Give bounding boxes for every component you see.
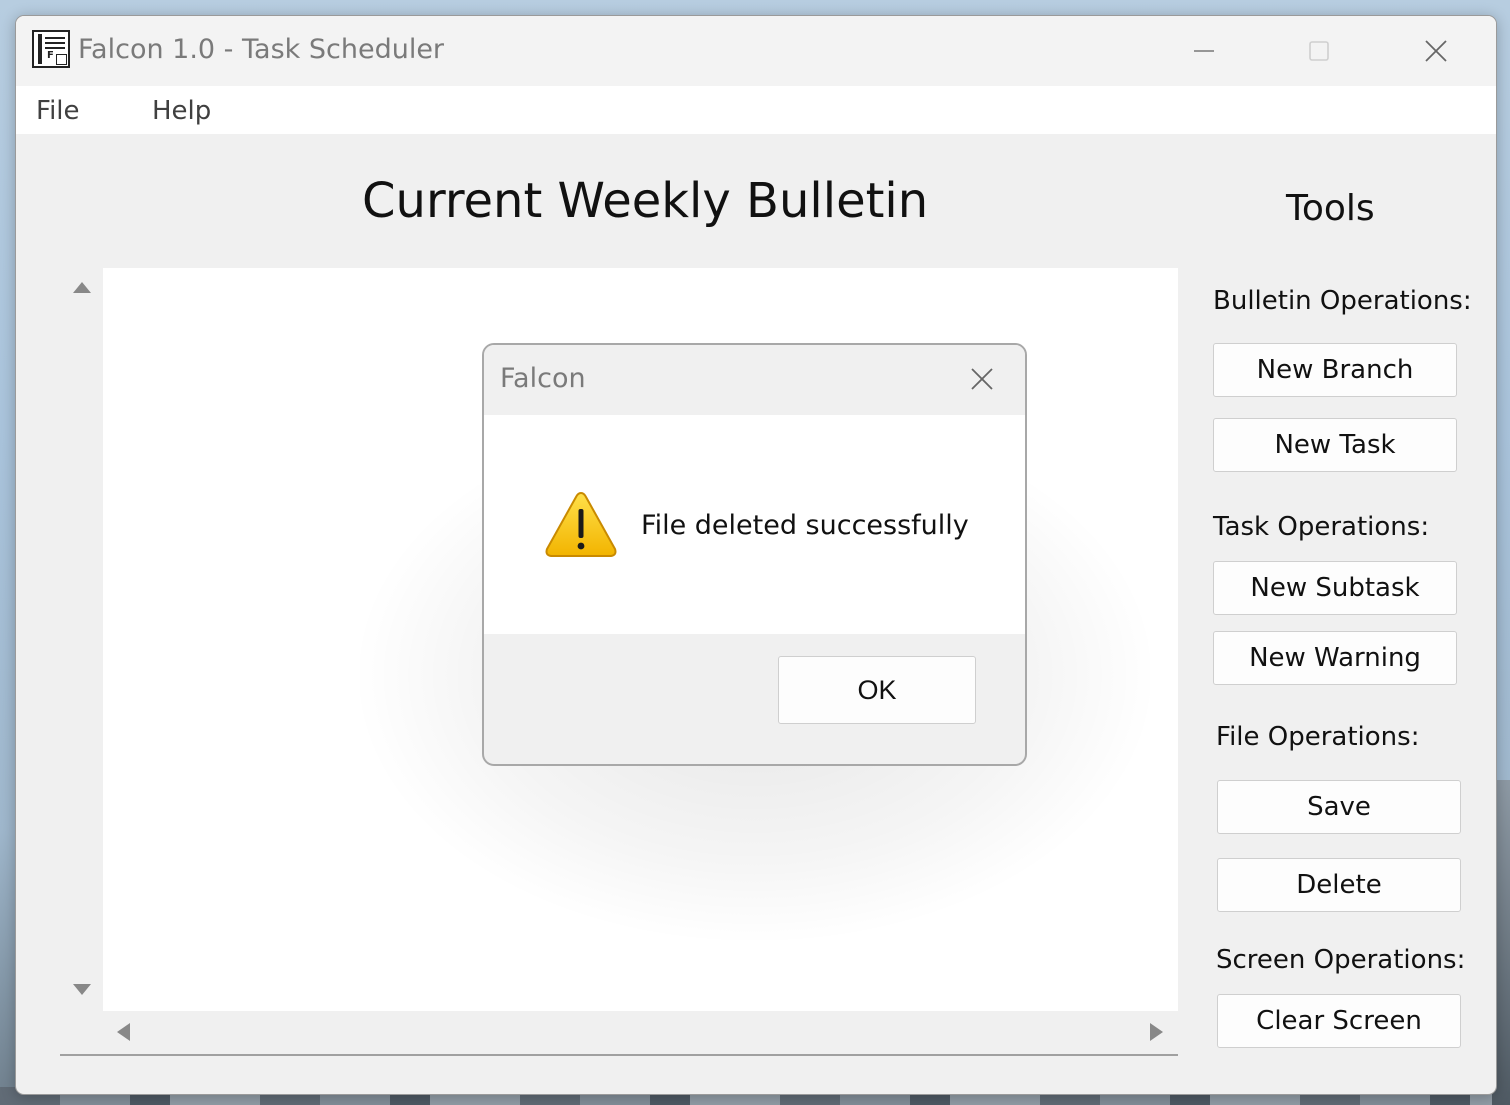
message-dialog: Falcon File deleted successfully OK — [482, 343, 1027, 766]
dialog-body: File deleted successfully — [484, 415, 1025, 634]
falcon-app-icon: F — [32, 30, 70, 68]
scroll-left-icon[interactable] — [117, 1023, 130, 1041]
close-button[interactable] — [1413, 28, 1459, 74]
maximize-button[interactable] — [1296, 28, 1342, 74]
menu-bar: File Help — [16, 86, 1496, 134]
minimize-button[interactable] — [1181, 28, 1227, 74]
page-title: Current Weekly Bulletin — [362, 173, 929, 229]
scroll-right-icon[interactable] — [1150, 1023, 1163, 1041]
title-bar: F Falcon 1.0 - Task Scheduler — [16, 16, 1496, 86]
bulletin-operations-label: Bulletin Operations: — [1213, 286, 1472, 316]
dialog-title-bar: Falcon — [484, 345, 1025, 415]
close-icon — [971, 368, 993, 390]
ok-button[interactable]: OK — [778, 656, 976, 724]
tools-title: Tools — [1286, 188, 1375, 229]
new-branch-button[interactable]: New Branch — [1213, 343, 1457, 397]
dialog-close-button[interactable] — [962, 359, 1002, 399]
warning-icon — [545, 491, 617, 557]
new-warning-button[interactable]: New Warning — [1213, 631, 1457, 685]
new-subtask-button[interactable]: New Subtask — [1213, 561, 1457, 615]
maximize-icon — [1309, 41, 1329, 61]
file-operations-label: File Operations: — [1216, 722, 1420, 752]
save-button[interactable]: Save — [1217, 780, 1461, 834]
scroll-up-icon[interactable] — [73, 282, 91, 293]
dialog-message: File deleted successfully — [641, 510, 969, 541]
delete-button[interactable]: Delete — [1217, 858, 1461, 912]
new-task-button[interactable]: New Task — [1213, 418, 1457, 472]
menu-help[interactable]: Help — [152, 96, 211, 126]
close-icon — [1425, 40, 1447, 62]
vertical-scrollbar[interactable] — [60, 268, 103, 1011]
screen-operations-label: Screen Operations: — [1216, 945, 1466, 975]
scroll-down-icon[interactable] — [73, 984, 91, 995]
menu-file[interactable]: File — [36, 96, 80, 126]
window-title: Falcon 1.0 - Task Scheduler — [78, 34, 445, 65]
clear-screen-button[interactable]: Clear Screen — [1217, 994, 1461, 1048]
dialog-title: Falcon — [500, 363, 586, 394]
minimize-icon — [1194, 50, 1214, 52]
task-operations-label: Task Operations: — [1213, 512, 1430, 542]
